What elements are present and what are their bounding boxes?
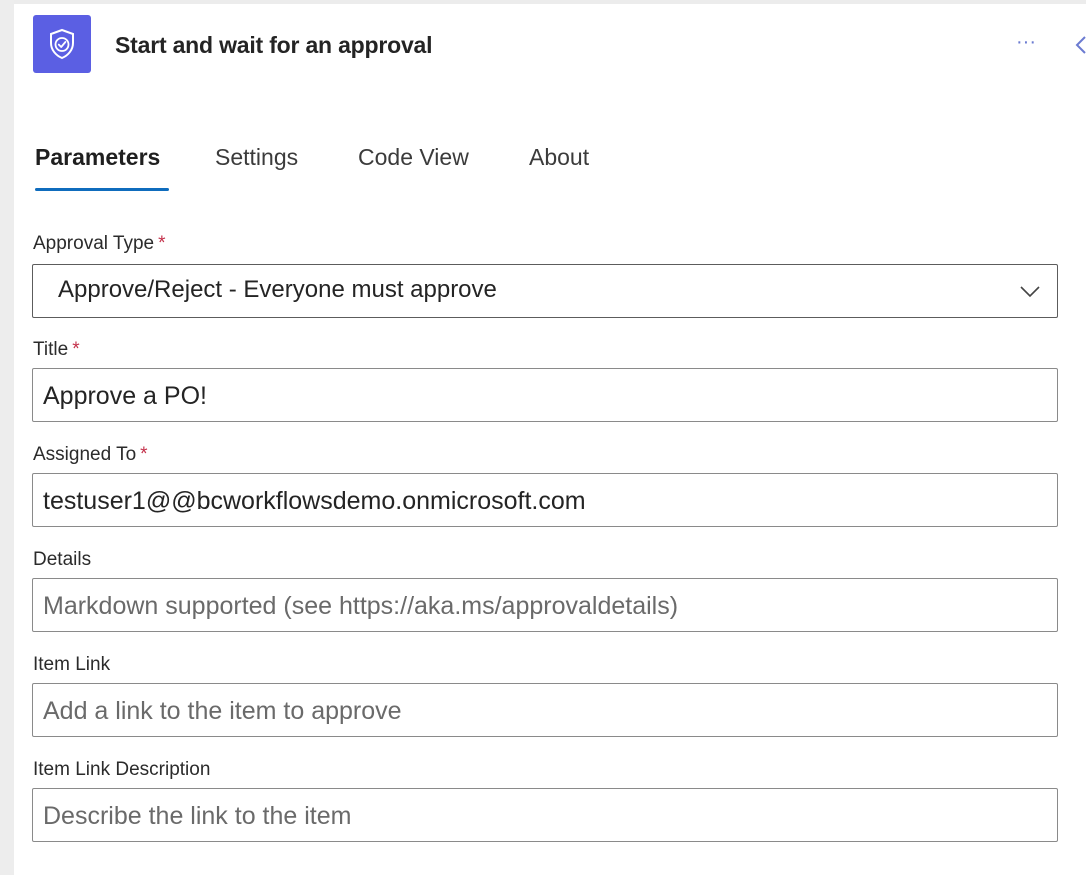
required-marker: * — [140, 444, 148, 465]
item-link-description-label: Item Link Description — [33, 759, 210, 781]
details-input[interactable]: Markdown supported (see https://aka.ms/a… — [32, 578, 1058, 632]
tab-parameters[interactable]: Parameters — [35, 144, 160, 171]
item-link-label-text: Item Link — [33, 654, 111, 675]
title-input[interactable]: Approve a PO! — [32, 368, 1058, 422]
more-options-button[interactable]: ··· — [1009, 32, 1043, 57]
approval-type-label-text: Approval Type — [33, 233, 155, 254]
approval-type-label: Approval Type * — [33, 233, 166, 255]
item-link-description-placeholder: Describe the link to the item — [43, 802, 352, 830]
item-link-placeholder: Add a link to the item to approve — [43, 697, 402, 725]
active-tab-indicator — [35, 188, 169, 191]
approval-icon — [33, 15, 91, 73]
assigned-to-label-text: Assigned To — [33, 444, 137, 465]
tab-bar: Parameters Settings Code View About — [35, 144, 735, 196]
action-panel: Start and wait for an approval ··· Param… — [14, 4, 1086, 875]
collapse-chevron-icon[interactable] — [1071, 31, 1086, 59]
left-strip — [0, 0, 14, 875]
assigned-to-label: Assigned To * — [33, 444, 148, 466]
title-value: Approve a PO! — [43, 382, 207, 410]
action-title: Start and wait for an approval — [115, 32, 433, 58]
details-label: Details — [33, 549, 91, 571]
title-label: Title * — [33, 339, 80, 361]
item-link-description-label-text: Item Link Description — [33, 759, 211, 780]
approval-type-value: Approve/Reject - Everyone must approve — [58, 276, 497, 303]
assigned-to-value: testuser1@@bcworkflowsdemo.onmicrosoft.c… — [43, 487, 586, 515]
details-placeholder: Markdown supported (see https://aka.ms/a… — [43, 592, 679, 620]
item-link-label: Item Link — [33, 654, 110, 676]
chevron-down-icon[interactable] — [1019, 281, 1041, 301]
details-label-text: Details — [33, 549, 92, 570]
assigned-to-input[interactable]: testuser1@@bcworkflowsdemo.onmicrosoft.c… — [32, 473, 1058, 527]
approval-icon-glyph — [50, 28, 74, 60]
tab-code-view[interactable]: Code View — [358, 144, 469, 171]
title-label-text: Title — [33, 339, 69, 360]
required-marker: * — [72, 339, 80, 360]
tab-settings[interactable]: Settings — [215, 144, 298, 171]
item-link-input[interactable]: Add a link to the item to approve — [32, 683, 1058, 737]
approval-type-dropdown[interactable]: Approve/Reject - Everyone must approve — [32, 264, 1058, 318]
tab-about[interactable]: About — [529, 144, 589, 171]
action-header: Start and wait for an approval ··· — [33, 15, 1086, 75]
required-marker: * — [158, 233, 166, 254]
item-link-description-input[interactable]: Describe the link to the item — [32, 788, 1058, 842]
